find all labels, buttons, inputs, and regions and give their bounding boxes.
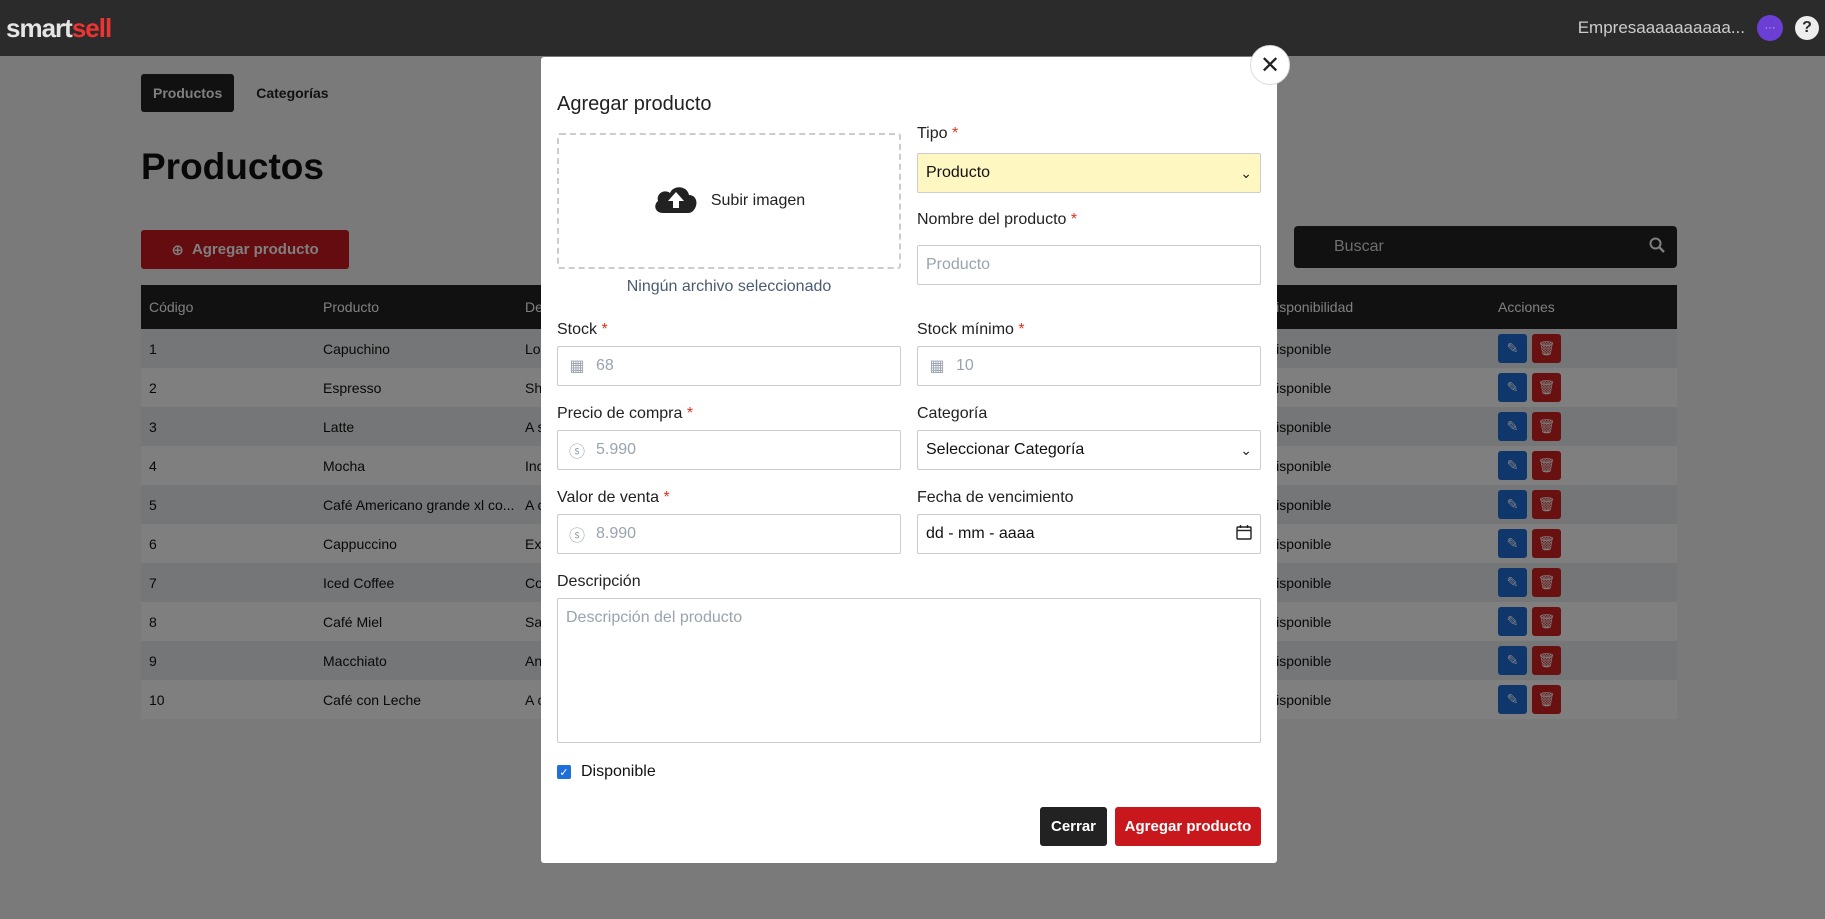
tipo-label: Tipo *: [917, 125, 959, 142]
nombre-label: Nombre del producto *: [917, 211, 1078, 228]
descripcion-textarea[interactable]: Descripción del producto: [557, 598, 1261, 743]
dollar-icon: ⓢ: [568, 528, 585, 545]
precio-compra-input[interactable]: ⓢ 5.990: [557, 430, 901, 470]
precio-compra-label: Precio de compra *: [557, 405, 694, 422]
disponible-checkbox[interactable]: ✓ Disponible: [557, 763, 656, 781]
top-bar: smartsell Empresaaaaaaaaaa... ··· ?: [0, 0, 1825, 56]
nombre-input[interactable]: Producto: [917, 245, 1261, 285]
box-icon: ▦: [569, 358, 585, 375]
categoria-select[interactable]: Seleccionar Categoría ⌄: [917, 430, 1261, 470]
add-product-modal: Agregar producto Subir imagen Ningún arc…: [541, 57, 1277, 863]
descripcion-label: Descripción: [557, 573, 641, 590]
company-name[interactable]: Empresaaaaaaaaaa...: [1578, 18, 1745, 38]
app-logo[interactable]: smartsell: [6, 13, 112, 44]
box-icon: ▦: [929, 358, 945, 375]
fecha-input[interactable]: dd - mm - aaaa: [917, 514, 1261, 554]
close-icon[interactable]: ✕: [1250, 45, 1290, 85]
chevron-down-icon: ⌄: [1240, 441, 1252, 458]
stock-input[interactable]: ▦ 68: [557, 346, 901, 386]
tipo-select[interactable]: Producto ⌄: [917, 153, 1261, 193]
stock-min-input[interactable]: ▦ 10: [917, 346, 1261, 386]
checkmark-icon[interactable]: ✓: [557, 765, 571, 779]
modal-title: Agregar producto: [557, 93, 712, 115]
cloud-upload-icon: [653, 183, 699, 220]
avatar[interactable]: ···: [1757, 15, 1783, 41]
cerrar-button[interactable]: Cerrar: [1040, 807, 1107, 846]
categoria-label: Categoría: [917, 405, 988, 422]
help-icon[interactable]: ?: [1795, 16, 1819, 40]
agregar-producto-button[interactable]: Agregar producto: [1115, 807, 1261, 846]
no-file-text: Ningún archivo seleccionado: [626, 278, 832, 295]
fecha-label: Fecha de vencimiento: [917, 489, 1074, 506]
stock-min-label: Stock mínimo *: [917, 321, 1025, 338]
calendar-icon[interactable]: [1236, 524, 1252, 545]
upload-label: Subir imagen: [710, 192, 806, 209]
valor-venta-label: Valor de venta *: [557, 489, 670, 506]
chevron-down-icon: ⌄: [1240, 164, 1252, 181]
stock-label: Stock *: [557, 321, 608, 338]
valor-venta-input[interactable]: ⓢ 8.990: [557, 514, 901, 554]
image-upload-dropzone[interactable]: Subir imagen: [557, 133, 901, 269]
dollar-icon: ⓢ: [568, 444, 585, 461]
